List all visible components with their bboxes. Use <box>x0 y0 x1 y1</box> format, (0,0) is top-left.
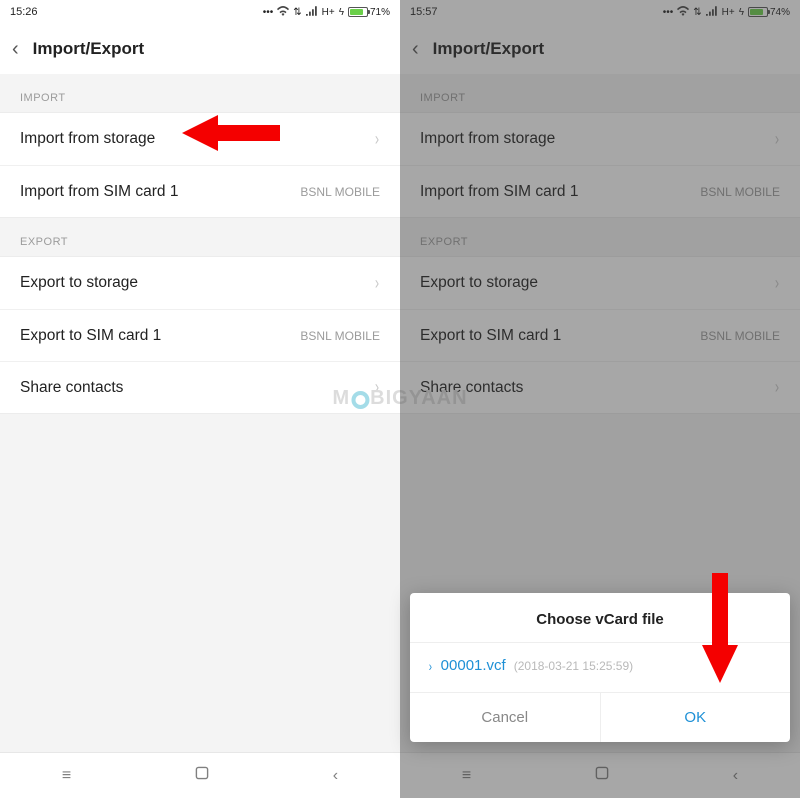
section-label-export: EXPORT <box>400 218 800 256</box>
row-share-contacts[interactable]: Share contacts › <box>0 361 400 413</box>
row-export-to-sim[interactable]: Export to SIM card 1 BSNL MOBILE <box>400 309 800 361</box>
export-list: Export to storage › Export to SIM card 1… <box>400 256 800 414</box>
sim-operator: BSNL MOBILE <box>300 329 380 343</box>
chevron-right-icon: › <box>775 377 779 398</box>
sim-operator: BSNL MOBILE <box>300 185 380 199</box>
row-import-from-sim[interactable]: Import from SIM card 1 BSNL MOBILE <box>400 165 800 217</box>
battery-percent: 74% <box>770 7 790 18</box>
page-title: Import/Export <box>433 39 544 59</box>
wifi-icon <box>277 6 289 19</box>
charging-icon: ϟ <box>739 7 744 18</box>
export-list: Export to storage › Export to SIM card 1… <box>0 256 400 414</box>
back-icon[interactable]: ‹ <box>12 38 19 61</box>
row-import-from-storage[interactable]: Import from storage › <box>0 113 400 165</box>
status-time: 15:57 <box>410 6 438 18</box>
page-header: ‹ Import/Export <box>400 24 800 74</box>
status-time: 15:26 <box>10 6 38 18</box>
more-icon: ••• <box>263 7 274 18</box>
system-navbar: ≡ ‹ <box>0 752 400 798</box>
page-header: ‹ Import/Export <box>0 24 400 74</box>
import-list: Import from storage › Import from SIM ca… <box>0 112 400 218</box>
status-bar: 15:57 ••• ⇅ H+ ϟ 74% <box>400 0 800 24</box>
data-updown-icon: ⇅ <box>293 7 301 18</box>
row-label: Export to storage <box>420 274 538 292</box>
battery-icon <box>748 7 768 17</box>
signal-icon <box>306 6 318 19</box>
ok-button[interactable]: OK <box>601 693 791 742</box>
more-icon: ••• <box>663 7 674 18</box>
row-share-contacts[interactable]: Share contacts › <box>400 361 800 413</box>
vcard-file-name: 00001.vcf <box>441 657 506 674</box>
row-label: Share contacts <box>420 379 523 397</box>
dialog-title: Choose vCard file <box>410 593 790 642</box>
phone-screenshot-left: 15:26 ••• ⇅ H+ ϟ 71% ‹ Import/Expo <box>0 0 400 798</box>
row-import-from-storage[interactable]: Import from storage › <box>400 113 800 165</box>
phone-screenshot-right: 15:57 ••• ⇅ H+ ϟ 74% ‹ Import/Expo <box>400 0 800 798</box>
chevron-right-icon: › <box>429 658 432 674</box>
row-label: Import from storage <box>20 130 155 148</box>
chevron-right-icon: › <box>375 377 379 398</box>
row-label: Import from SIM card 1 <box>20 183 178 201</box>
empty-space <box>0 414 400 752</box>
row-label: Export to SIM card 1 <box>20 327 161 345</box>
row-label: Export to storage <box>20 274 138 292</box>
back-icon[interactable]: ‹ <box>412 38 419 61</box>
back-nav-icon[interactable]: ‹ <box>733 767 738 785</box>
sim-operator: BSNL MOBILE <box>700 185 780 199</box>
section-label-import: IMPORT <box>0 74 400 112</box>
row-import-from-sim[interactable]: Import from SIM card 1 BSNL MOBILE <box>0 165 400 217</box>
network-type: H+ <box>322 7 335 18</box>
chevron-right-icon: › <box>775 273 779 294</box>
charging-icon: ϟ <box>339 7 344 18</box>
page-title: Import/Export <box>33 39 144 59</box>
row-label: Import from SIM card 1 <box>420 183 578 201</box>
data-updown-icon: ⇅ <box>693 7 701 18</box>
row-label: Import from storage <box>420 130 555 148</box>
system-navbar: ≡ ‹ <box>400 752 800 798</box>
row-export-to-storage[interactable]: Export to storage › <box>400 257 800 309</box>
dialog-file-row[interactable]: › 00001.vcf (2018-03-21 15:25:59) <box>410 642 790 692</box>
row-label: Export to SIM card 1 <box>420 327 561 345</box>
row-label: Share contacts <box>20 379 123 397</box>
vcard-file-date: (2018-03-21 15:25:59) <box>514 659 633 673</box>
back-nav-icon[interactable]: ‹ <box>333 767 338 785</box>
network-type: H+ <box>722 7 735 18</box>
recents-icon[interactable]: ≡ <box>462 767 471 785</box>
home-icon[interactable] <box>195 766 209 785</box>
row-export-to-storage[interactable]: Export to storage › <box>0 257 400 309</box>
chevron-right-icon: › <box>775 129 779 150</box>
import-list: Import from storage › Import from SIM ca… <box>400 112 800 218</box>
wifi-icon <box>677 6 689 19</box>
chevron-right-icon: › <box>375 129 379 150</box>
signal-icon <box>706 6 718 19</box>
section-label-export: EXPORT <box>0 218 400 256</box>
battery-percent: 71% <box>370 7 390 18</box>
battery-icon <box>348 7 368 17</box>
cancel-button[interactable]: Cancel <box>410 693 601 742</box>
home-icon[interactable] <box>595 766 609 785</box>
row-export-to-sim[interactable]: Export to SIM card 1 BSNL MOBILE <box>0 309 400 361</box>
chevron-right-icon: › <box>375 273 379 294</box>
status-bar: 15:26 ••• ⇅ H+ ϟ 71% <box>0 0 400 24</box>
choose-vcard-dialog: Choose vCard file › 00001.vcf (2018-03-2… <box>410 593 790 742</box>
section-label-import: IMPORT <box>400 74 800 112</box>
sim-operator: BSNL MOBILE <box>700 329 780 343</box>
recents-icon[interactable]: ≡ <box>62 767 71 785</box>
